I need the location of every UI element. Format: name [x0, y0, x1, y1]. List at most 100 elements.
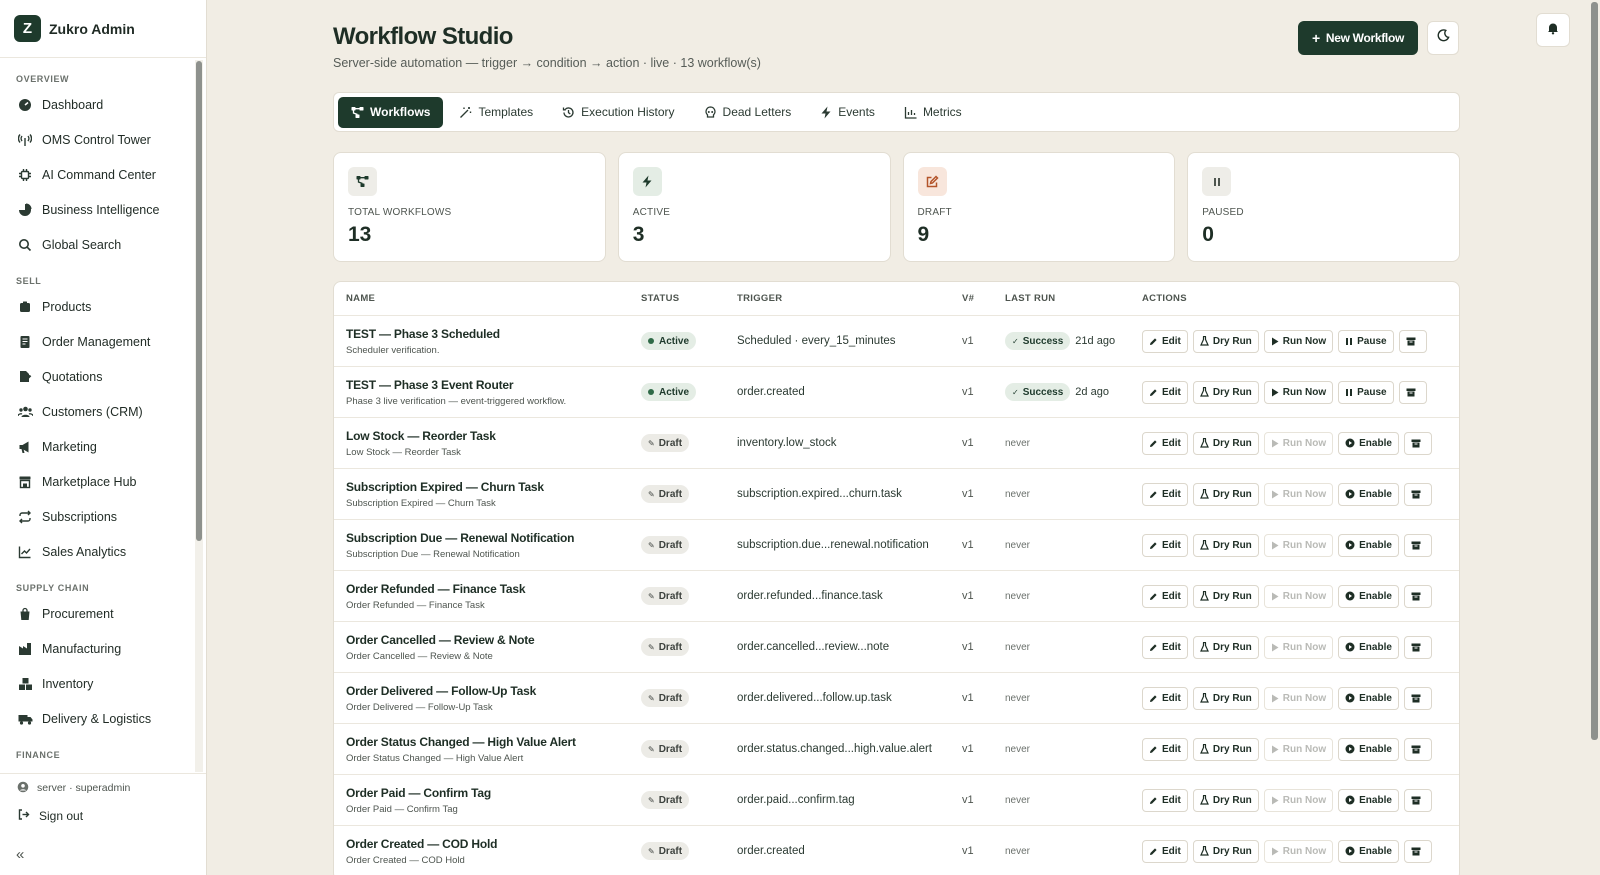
- tab-events[interactable]: Events: [807, 97, 888, 128]
- enable-button[interactable]: Enable: [1338, 584, 1399, 608]
- table-row[interactable]: Subscription Expired — Churn Task Subscri…: [334, 469, 1459, 520]
- archive-button[interactable]: [1403, 686, 1432, 710]
- workflow-name[interactable]: Subscription Expired — Churn Task: [346, 480, 544, 494]
- table-row[interactable]: Order Paid — Confirm Tag Order Paid — Con…: [334, 775, 1459, 826]
- pause-button[interactable]: Pause: [1338, 329, 1394, 353]
- dry-run-button[interactable]: Dry Run: [1192, 584, 1259, 608]
- header-name[interactable]: NAME: [346, 282, 375, 315]
- table-row[interactable]: Order Delivered — Follow-Up Task Order De…: [334, 673, 1459, 724]
- workflow-name[interactable]: TEST — Phase 3 Scheduled: [346, 327, 500, 341]
- run-now-button[interactable]: Run Now: [1263, 380, 1334, 404]
- run-now-button[interactable]: Run Now: [1263, 431, 1334, 455]
- sidebar-item-sales-analytics[interactable]: Sales Analytics: [0, 534, 195, 569]
- run-now-button[interactable]: Run Now: [1263, 737, 1334, 761]
- edit-button[interactable]: Edit: [1142, 533, 1188, 557]
- table-row[interactable]: Order Refunded — Finance Task Order Refun…: [334, 571, 1459, 622]
- sign-out-button[interactable]: Sign out: [0, 802, 206, 830]
- edit-button[interactable]: Edit: [1142, 788, 1188, 812]
- header-status[interactable]: STATUS: [641, 282, 679, 315]
- enable-button[interactable]: Enable: [1338, 431, 1399, 455]
- workflow-name[interactable]: Order Status Changed — High Value Alert: [346, 735, 576, 749]
- sidebar-item-global-search[interactable]: Global Search: [0, 227, 195, 262]
- workflow-name[interactable]: Order Refunded — Finance Task: [346, 582, 526, 596]
- sidebar-item-customers-crm[interactable]: Customers (CRM): [0, 394, 195, 429]
- edit-button[interactable]: Edit: [1142, 584, 1188, 608]
- page-scrollbar[interactable]: [1589, 0, 1600, 875]
- table-row[interactable]: Low Stock — Reorder Task Low Stock — Reor…: [334, 418, 1459, 469]
- sidebar-item-subscriptions[interactable]: Subscriptions: [0, 499, 195, 534]
- sidebar-item-order-management[interactable]: Order Management: [0, 324, 195, 359]
- enable-button[interactable]: Enable: [1338, 839, 1399, 863]
- sidebar-scroll-thumb[interactable]: [196, 61, 202, 541]
- archive-button[interactable]: [1403, 635, 1432, 659]
- sidebar-item-quotations[interactable]: Quotations: [0, 359, 195, 394]
- workflow-name[interactable]: Order Paid — Confirm Tag: [346, 786, 491, 800]
- dry-run-button[interactable]: Dry Run: [1192, 635, 1259, 659]
- sidebar-item-manufacturing[interactable]: Manufacturing: [0, 631, 195, 666]
- dry-run-button[interactable]: Dry Run: [1192, 737, 1259, 761]
- sidebar-item-products[interactable]: Products: [0, 289, 195, 324]
- tab-workflows[interactable]: Workflows: [338, 96, 444, 128]
- enable-button[interactable]: Enable: [1338, 635, 1399, 659]
- run-now-button[interactable]: Run Now: [1263, 686, 1334, 710]
- workflow-name[interactable]: Low Stock — Reorder Task: [346, 429, 496, 443]
- run-now-button[interactable]: Run Now: [1263, 329, 1334, 353]
- notifications-button[interactable]: [1536, 13, 1570, 47]
- table-row[interactable]: Order Status Changed — High Value Alert O…: [334, 724, 1459, 775]
- edit-button[interactable]: Edit: [1142, 380, 1188, 404]
- sidebar-item-delivery-logistics[interactable]: Delivery & Logistics: [0, 701, 195, 736]
- archive-button[interactable]: [1403, 533, 1432, 557]
- new-workflow-button[interactable]: + New Workflow: [1298, 21, 1418, 55]
- header-last-run[interactable]: LAST RUN: [1005, 282, 1055, 315]
- archive-button[interactable]: [1403, 431, 1432, 455]
- table-row[interactable]: TEST — Phase 3 Event Router Phase 3 live …: [334, 367, 1459, 418]
- header-trigger[interactable]: TRIGGER: [737, 282, 782, 315]
- pause-button[interactable]: Pause: [1338, 380, 1394, 404]
- workflow-name[interactable]: Order Cancelled — Review & Note: [346, 633, 535, 647]
- workflow-name[interactable]: TEST — Phase 3 Event Router: [346, 378, 514, 392]
- archive-button[interactable]: [1398, 380, 1427, 404]
- dry-run-button[interactable]: Dry Run: [1192, 380, 1259, 404]
- dry-run-button[interactable]: Dry Run: [1192, 329, 1259, 353]
- workflow-name[interactable]: Subscription Due — Renewal Notification: [346, 531, 574, 545]
- archive-button[interactable]: [1403, 584, 1432, 608]
- edit-button[interactable]: Edit: [1142, 431, 1188, 455]
- workflow-name[interactable]: Order Delivered — Follow-Up Task: [346, 684, 536, 698]
- sidebar-item-oms-control-tower[interactable]: OMS Control Tower: [0, 122, 195, 157]
- dry-run-button[interactable]: Dry Run: [1192, 686, 1259, 710]
- edit-button[interactable]: Edit: [1142, 482, 1188, 506]
- edit-button[interactable]: Edit: [1142, 839, 1188, 863]
- table-row[interactable]: TEST — Phase 3 Scheduled Scheduler verifi…: [334, 316, 1459, 367]
- workflow-name[interactable]: Order Created — COD Hold: [346, 837, 497, 851]
- enable-button[interactable]: Enable: [1338, 533, 1399, 557]
- sidebar-item-marketing[interactable]: Marketing: [0, 429, 195, 464]
- tab-execution-history[interactable]: Execution History: [549, 97, 687, 128]
- run-now-button[interactable]: Run Now: [1263, 788, 1334, 812]
- table-row[interactable]: Order Created — COD Hold Order Created — …: [334, 826, 1459, 875]
- header-version[interactable]: V#: [962, 282, 974, 315]
- dry-run-button[interactable]: Dry Run: [1192, 533, 1259, 557]
- page-scroll-thumb[interactable]: [1591, 2, 1598, 740]
- dry-run-button[interactable]: Dry Run: [1192, 839, 1259, 863]
- archive-button[interactable]: [1403, 839, 1432, 863]
- edit-button[interactable]: Edit: [1142, 635, 1188, 659]
- tab-metrics[interactable]: Metrics: [891, 97, 975, 128]
- enable-button[interactable]: Enable: [1338, 788, 1399, 812]
- table-row[interactable]: Subscription Due — Renewal Notification S…: [334, 520, 1459, 571]
- tab-templates[interactable]: Templates: [446, 97, 546, 128]
- sidebar-item-business-intelligence[interactable]: Business Intelligence: [0, 192, 195, 227]
- brand[interactable]: Z Zukro Admin: [0, 0, 206, 58]
- archive-button[interactable]: [1403, 482, 1432, 506]
- run-now-button[interactable]: Run Now: [1263, 482, 1334, 506]
- table-row[interactable]: Order Cancelled — Review & Note Order Can…: [334, 622, 1459, 673]
- run-now-button[interactable]: Run Now: [1263, 584, 1334, 608]
- run-now-button[interactable]: Run Now: [1263, 635, 1334, 659]
- archive-button[interactable]: [1398, 329, 1427, 353]
- enable-button[interactable]: Enable: [1338, 686, 1399, 710]
- run-now-button[interactable]: Run Now: [1263, 533, 1334, 557]
- sidebar-item-ai-command-center[interactable]: AI Command Center: [0, 157, 195, 192]
- sidebar-item-marketplace-hub[interactable]: Marketplace Hub: [0, 464, 195, 499]
- sidebar-item-procurement[interactable]: Procurement: [0, 596, 195, 631]
- theme-toggle-button[interactable]: [1427, 21, 1459, 55]
- dry-run-button[interactable]: Dry Run: [1192, 788, 1259, 812]
